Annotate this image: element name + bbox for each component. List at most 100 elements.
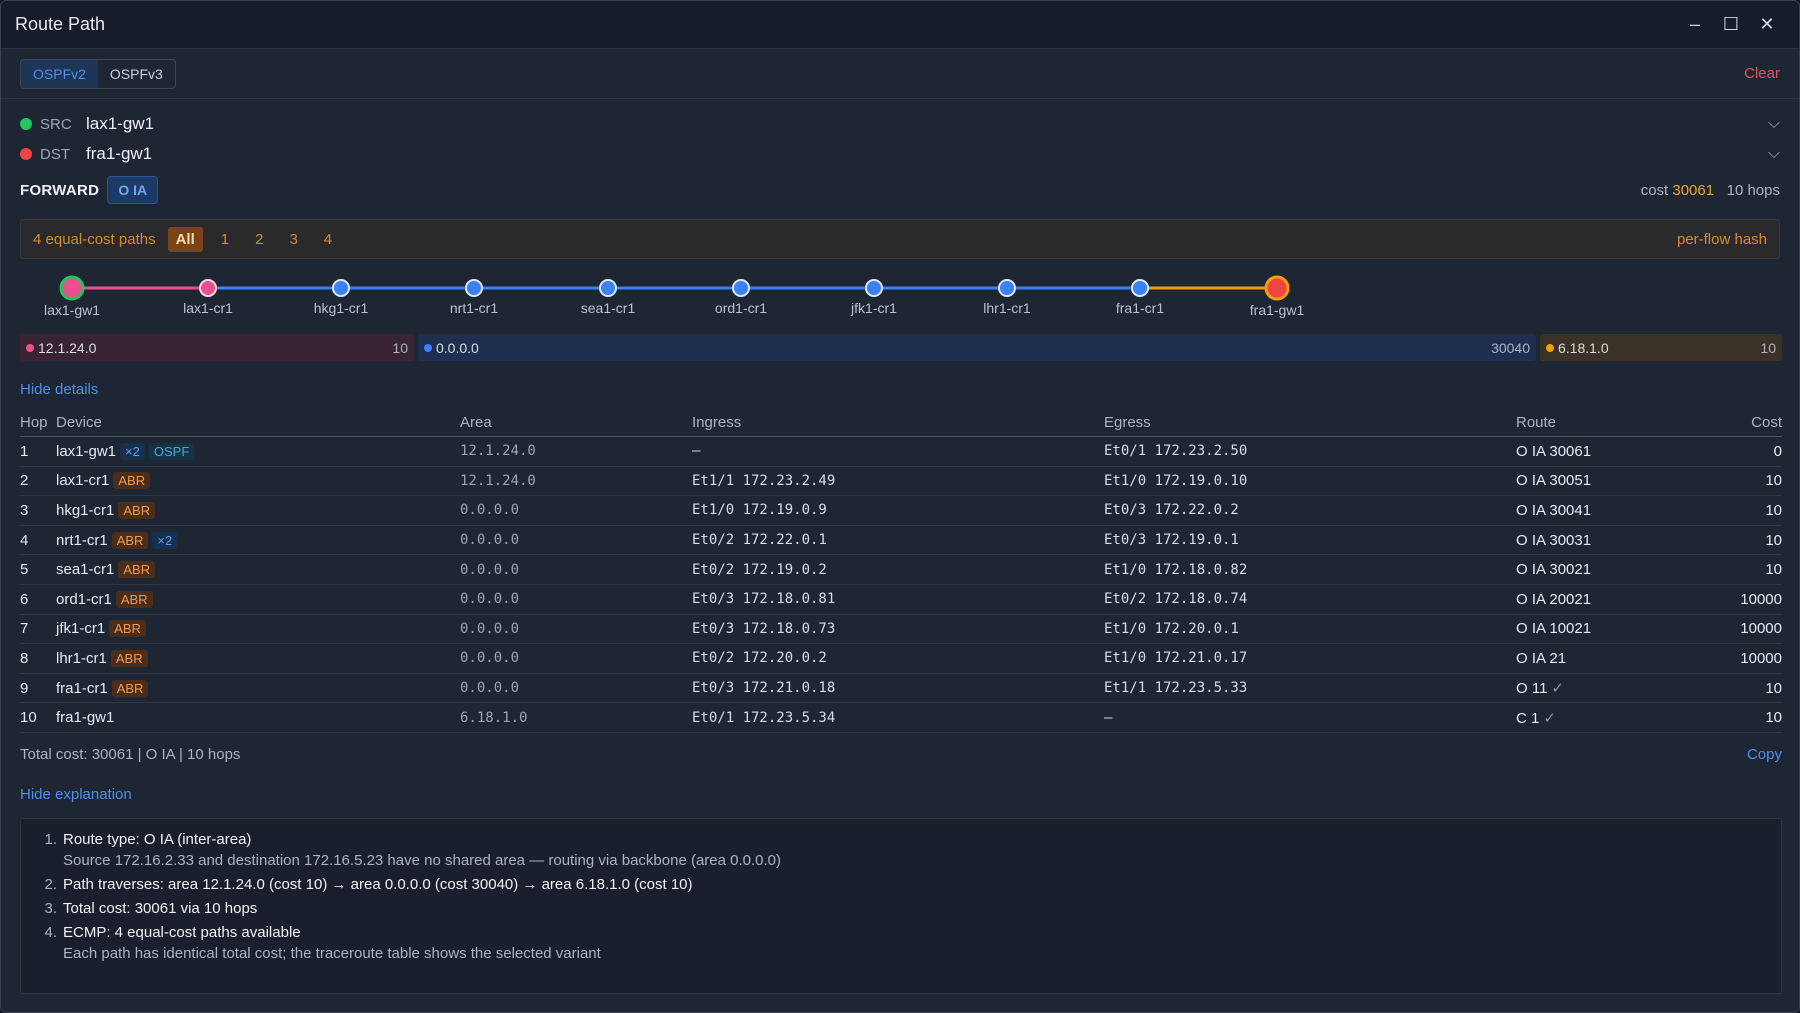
explanation-main: ECMP: 4 equal-cost paths available — [63, 924, 301, 941]
device-cell: jfk1-cr1 ABR — [56, 614, 460, 645]
table-row[interactable]: 5 sea1-cr1 ABR 0.0.0.0 Et0/2 172.19.0.2 Et1/0… — [20, 554, 1782, 585]
cost-cell: 10 — [1686, 495, 1782, 526]
close-icon[interactable]: ✕ — [1749, 7, 1785, 43]
ecmp-option-2[interactable]: 2 — [247, 227, 271, 252]
hide-explanation-link[interactable]: Hide explanation — [20, 786, 132, 803]
dst-selector[interactable]: DST fra1-gw1 ⌵ — [1, 139, 1799, 169]
ospf-badge: OSPF — [148, 442, 195, 460]
route-text: O IA 10021 — [1516, 620, 1592, 638]
tab-ospfv2[interactable]: OSPFv2 — [21, 59, 98, 88]
chevron-down-icon[interactable]: ⌵ — [1768, 115, 1780, 133]
route-text: O IA 30021 — [1516, 561, 1592, 579]
src-dot-icon — [20, 118, 32, 130]
table-row[interactable]: 10 fra1-gw1 6.18.1.0 Et0/1 172.23.5.34— C 1 ✓… — [20, 702, 1782, 733]
ingress-cell: Et0/2 172.20.0.2 — [692, 643, 1104, 674]
path-node[interactable] — [59, 275, 85, 301]
abr-badge: ABR — [109, 620, 146, 638]
path-node-label: fra1-gw1 — [1250, 302, 1305, 318]
route-cell: O 11 ✓ — [1516, 673, 1687, 704]
ecmp-option-3[interactable]: 3 — [281, 227, 305, 252]
minimize-icon[interactable]: – — [1677, 7, 1713, 43]
device-cell: fra1-gw1 — [56, 702, 460, 733]
area-bar: 12.1.24.0 10 0.0.0.0 30040 6.18.1.0 10 — [20, 334, 1782, 361]
path-node-label: lax1-gw1 — [44, 302, 100, 318]
route-text: O IA 30051 — [1516, 472, 1592, 490]
area-dot-icon — [1546, 343, 1554, 352]
path-node[interactable] — [465, 279, 483, 297]
path-node[interactable] — [199, 279, 217, 297]
area-cost: 10 — [1760, 339, 1776, 356]
device-name: lax1-gw1 — [56, 442, 117, 460]
total-text: Total cost: 30061 | O IA | 10 hops — [20, 746, 241, 763]
path-node-label: lhr1-cr1 — [983, 300, 1031, 316]
table-header: Hop Device Area Ingress Egress Route Cos… — [20, 409, 1782, 437]
clear-button[interactable]: Clear — [1744, 65, 1780, 82]
route-text: O IA 30061 — [1516, 442, 1592, 460]
table-row[interactable]: 2 lax1-cr1 ABR 12.1.24.0 Et1/1 172.23.2.49 Et… — [20, 466, 1782, 497]
path-node[interactable] — [732, 279, 750, 297]
area-name: 0.0.0.0 — [436, 339, 479, 356]
chevron-down-icon[interactable]: ⌵ — [1768, 145, 1780, 163]
table-row[interactable]: 6 ord1-cr1 ABR 0.0.0.0 Et0/3 172.18.0.81 Et0/… — [20, 584, 1782, 615]
window-title: Route Path — [15, 14, 106, 34]
explanation-number: 3. — [44, 900, 57, 917]
path-node[interactable] — [1131, 279, 1149, 297]
explanation-item: 3. Total cost: 30061 via 10 hops — [35, 900, 1767, 917]
device-name: nrt1-cr1 — [56, 531, 108, 549]
cost-summary: cost 30061 10 hops — [1641, 182, 1780, 199]
area-cell: 0.0.0.0 — [460, 673, 692, 704]
path-node[interactable] — [599, 279, 617, 297]
hop-cell: 7 — [20, 614, 56, 645]
path-node[interactable] — [1264, 275, 1290, 301]
route-text: O IA 20021 — [1516, 590, 1592, 608]
table-row[interactable]: 4 nrt1-cr1 ABR ×2 0.0.0.0 Et0/2 172.22.0.1 Et0… — [20, 525, 1782, 556]
egress-cell: Et1/0 172.19.0.10 — [1104, 466, 1516, 497]
hop-cell: 2 — [20, 466, 56, 497]
maximize-icon[interactable]: ☐ — [1713, 7, 1749, 43]
device-name: sea1-cr1 — [56, 561, 115, 579]
forward-label: FORWARD — [20, 181, 100, 199]
abr-badge: ABR — [110, 649, 148, 667]
explanation-main: Route type: O IA (inter-area) — [63, 831, 252, 848]
table-row[interactable]: 8 lhr1-cr1 ABR 0.0.0.0 Et0/2 172.20.0.2 Et1/0… — [20, 643, 1782, 674]
hash-mode: per-flow hash — [1676, 230, 1767, 248]
area-name: 6.18.1.0 — [1558, 339, 1609, 356]
path-node[interactable] — [332, 279, 350, 297]
col-route: Route — [1516, 409, 1687, 437]
ecmp-option-1[interactable]: 1 — [213, 227, 237, 252]
device-cell: ord1-cr1 ABR — [56, 584, 460, 615]
route-text: O IA 30031 — [1516, 531, 1592, 549]
device-cell: lax1-gw1 ×2 OSPF — [56, 436, 460, 467]
ecmp-option-4[interactable]: 4 — [316, 227, 340, 252]
copy-button[interactable]: Copy — [1747, 746, 1782, 763]
hide-details-link[interactable]: Hide details — [20, 381, 98, 398]
src-label: SRC — [40, 115, 72, 133]
path-node[interactable] — [865, 279, 883, 297]
route-cell: O IA 30021 — [1516, 554, 1687, 585]
cost-value: 30061 — [1672, 181, 1715, 199]
abr-badge: ABR — [111, 531, 149, 549]
abr-badge: ABR — [111, 679, 149, 697]
ingress-cell: Et1/1 172.23.2.49 — [692, 466, 1104, 497]
path-node-label: hkg1-cr1 — [314, 300, 369, 316]
tab-ospfv3[interactable]: OSPFv3 — [98, 60, 175, 88]
route-cell: O IA 30051 — [1516, 466, 1687, 497]
src-selector[interactable]: SRC lax1-gw1 ⌵ — [1, 109, 1799, 139]
table-row[interactable]: 9 fra1-cr1 ABR 0.0.0.0 Et0/3 172.21.0.18 Et1/… — [20, 673, 1782, 704]
area-cell: 0.0.0.0 — [460, 495, 692, 526]
abr-badge: ABR — [118, 501, 156, 519]
cost-cell: 10 — [1686, 702, 1782, 733]
ingress-cell: Et0/2 172.19.0.2 — [692, 554, 1104, 585]
path-node-label: lax1-cr1 — [183, 300, 233, 316]
path-node[interactable] — [998, 279, 1016, 297]
path-node-label: sea1-cr1 — [581, 300, 636, 316]
route-text: O 11 — [1516, 680, 1548, 698]
area-cost: 10 — [392, 339, 408, 356]
protocol-tabs: OSPFv2 OSPFv3 — [20, 58, 176, 89]
col-cost: Cost — [1686, 409, 1782, 437]
table-row[interactable]: 1 lax1-gw1 ×2 OSPF 12.1.24.0— Et0/1 172.23.2.… — [20, 436, 1782, 467]
total-summary: Total cost: 30061 | O IA | 10 hops Copy — [20, 746, 1782, 763]
ecmp-option-all[interactable]: All — [167, 226, 203, 252]
table-row[interactable]: 3 hkg1-cr1 ABR 0.0.0.0 Et1/0 172.19.0.9 Et0/3… — [20, 495, 1782, 526]
table-row[interactable]: 7 jfk1-cr1 ABR 0.0.0.0 Et0/3 172.18.0.73 Et1/… — [20, 614, 1782, 645]
